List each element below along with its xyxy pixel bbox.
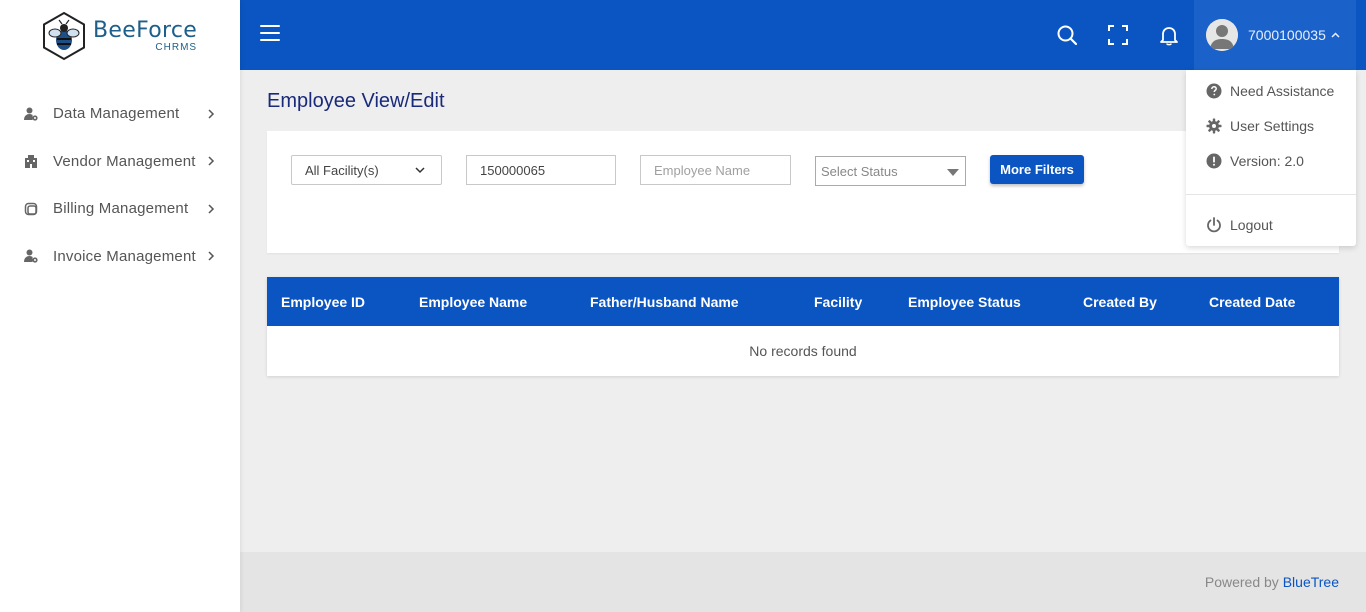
caret-down-icon [947,169,959,176]
more-filters-button[interactable]: More Filters [990,155,1084,184]
employee-id-value: 150000065 [480,162,546,178]
logout-label: Logout [1230,217,1273,233]
menu-item-version[interactable]: Version: 2.0 [1206,153,1304,169]
column-header-created-by[interactable]: Created By [1083,294,1157,310]
sidebar-item-data-management[interactable]: Data Management [0,90,240,138]
footer-text: Powered by BlueTree [1205,574,1339,590]
billing-icon [24,202,38,215]
column-header-employee-id[interactable]: Employee ID [281,294,365,310]
fullscreen-icon[interactable] [1107,24,1129,46]
brand-logo[interactable]: BeeForce CHRMS [41,11,197,61]
column-header-employee-status[interactable]: Employee Status [908,294,1021,310]
column-header-father-husband-name[interactable]: Father/Husband Name [590,294,739,310]
sidebar-item-label: Billing Management [53,200,189,218]
footer-prefix: Powered by [1204,574,1279,590]
user-gear-icon [24,249,38,263]
chevron-right-icon [208,156,215,166]
gear-icon [1206,118,1222,134]
employee-id-input[interactable]: 150000065 [466,155,616,185]
empty-table-message: No records found [749,343,857,359]
user-menu-toggle[interactable]: 7000100035 [1194,0,1356,70]
sidebar-item-label: Data Management [53,105,180,123]
bee-logo-icon [43,11,85,61]
menu-item-label: Need Assistance [1230,83,1335,99]
brand-subtitle: CHRMS [155,41,198,53]
employee-name-input[interactable]: Employee Name [640,155,791,185]
sidebar-item-label: Vendor Management [53,152,196,170]
menu-item-logout[interactable]: Logout [1206,217,1273,233]
chevron-right-icon [208,204,215,214]
menu-divider [1186,194,1356,195]
top-bar: 7000100035 [240,0,1366,70]
sidebar-item-label: Invoice Management [53,247,196,265]
user-gear-icon [24,107,38,121]
power-icon [1207,217,1221,233]
sidebar-item-invoice-management[interactable]: Invoice Management [0,233,240,281]
facility-select-value: All Facility(s) [305,162,379,178]
footer: Powered by BlueTree [240,552,1366,612]
menu-item-label: Version: 2.0 [1230,153,1304,169]
avatar [1206,19,1238,51]
sidebar-item-vendor-management[interactable]: Vendor Management [0,138,240,186]
brand-name: BeeForce [93,17,198,43]
column-header-employee-name[interactable]: Employee Name [419,294,527,310]
menu-icon[interactable] [260,25,280,43]
sidebar-nav: Data Management Vendor Management Billin… [0,90,240,280]
footer-link-bluetree[interactable]: BlueTree [1283,574,1339,590]
chevron-up-icon [1331,32,1340,38]
status-select-placeholder: Select Status [821,163,898,179]
help-circle-icon [1206,83,1222,99]
menu-item-user-settings[interactable]: User Settings [1206,118,1314,134]
alert-circle-icon [1206,153,1222,169]
chevron-right-icon [208,109,215,119]
building-icon [25,155,37,169]
menu-item-label: User Settings [1230,118,1315,134]
search-icon[interactable] [1056,24,1078,46]
sidebar: BeeForce CHRMS Data Management Vendor Ma… [0,0,240,612]
sidebar-item-billing-management[interactable]: Billing Management [0,185,240,233]
user-dropdown-menu: Need Assistance User Settings Version: 2… [1186,70,1356,246]
column-header-created-date[interactable]: Created Date [1209,294,1295,310]
status-select[interactable]: Select Status [815,156,966,186]
chevron-down-icon [415,167,425,174]
facility-select[interactable]: All Facility(s) [291,155,442,185]
bell-icon[interactable] [1158,24,1180,46]
table-header: Employee ID Employee Name Father/Husband… [267,277,1339,326]
filter-panel: All Facility(s) 150000065 Employee Name … [267,131,1339,253]
page-title: Employee View/Edit [267,90,445,112]
employee-name-placeholder: Employee Name [654,162,751,178]
menu-item-need-assistance[interactable]: Need Assistance [1206,83,1334,99]
user-id: 7000100035 [1248,27,1326,43]
column-header-facility[interactable]: Facility [814,294,862,310]
chevron-right-icon [208,251,215,261]
employee-table: Employee ID Employee Name Father/Husband… [267,277,1339,376]
